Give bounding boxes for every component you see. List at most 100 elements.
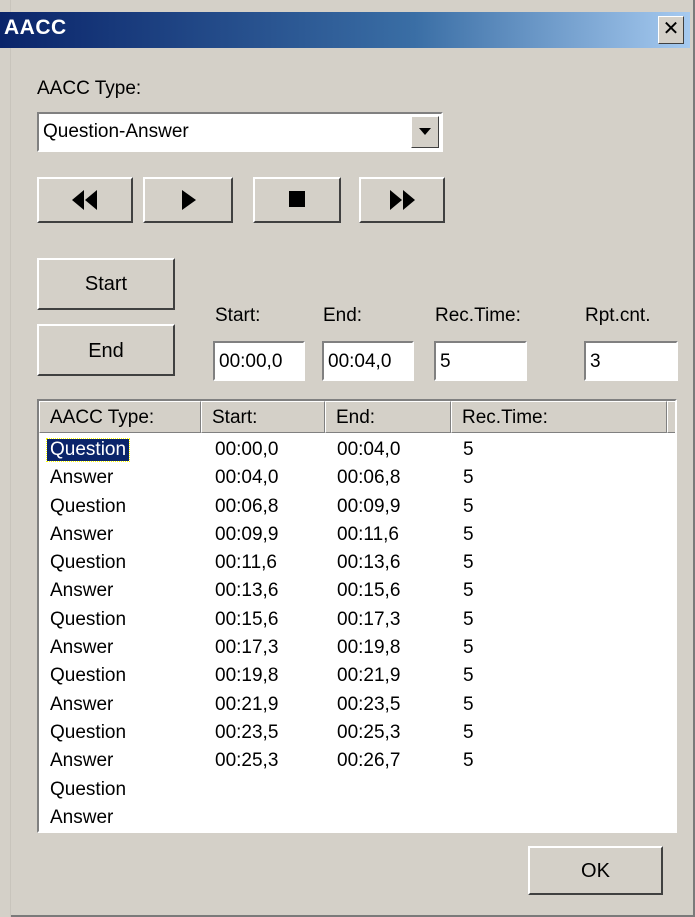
list-item[interactable]: Answer 00:25,3 00:26,7 5 <box>39 748 675 776</box>
cell-end: 00:23,5 <box>337 693 401 715</box>
cell-end: 00:09,9 <box>337 495 401 517</box>
cell-type: Answer <box>50 750 114 772</box>
column-header-rec-time[interactable]: Rec.Time: <box>451 401 667 433</box>
cell-start: 00:06,8 <box>215 495 279 517</box>
cell-rec-time: 5 <box>463 693 474 715</box>
start-time-input[interactable]: 00:00,0 <box>213 341 305 381</box>
cell-type: Question <box>50 721 127 743</box>
cell-start: 00:04,0 <box>215 467 279 489</box>
window-left-edge <box>0 0 11 917</box>
cell-start: 00:00,0 <box>215 439 279 460</box>
column-header-end[interactable]: End: <box>325 401 451 433</box>
aacc-dialog: AACC ✕ AACC Type: Question-Answer Start <box>0 0 695 917</box>
rpt-cnt-field-label: Rpt.cnt. <box>585 305 651 326</box>
list-header: AACC Type: Start: End: Rec.Time: <box>39 401 675 433</box>
list-item[interactable]: Question 00:11,6 00:13,6 5 <box>39 550 675 578</box>
list-item[interactable]: Question 00:00,0 00:04,0 5 <box>39 437 675 465</box>
cell-rec-time: 5 <box>463 665 474 687</box>
fast-forward-icon <box>390 190 415 210</box>
cell-end: 00:15,6 <box>337 580 401 602</box>
cell-type: Question <box>50 778 127 800</box>
aacc-list-view[interactable]: AACC Type: Start: End: Rec.Time: Questio… <box>37 399 677 833</box>
list-item[interactable]: Question 00:23,5 00:25,3 5 <box>39 720 675 748</box>
list-rows: Question 00:00,0 00:04,0 5 Answer 00:04,0 00:0… <box>39 437 675 831</box>
cell-type: Answer <box>50 523 114 545</box>
list-item[interactable]: Question 00:19,8 00:21,9 5 <box>39 663 675 691</box>
list-item[interactable]: Question 00:15,6 00:17,3 5 <box>39 607 675 635</box>
cell-start: 00:19,8 <box>215 665 279 687</box>
column-header-type[interactable]: AACC Type: <box>39 401 201 433</box>
rec-time-field-label: Rec.Time: <box>435 305 521 326</box>
cell-rec-time: 5 <box>463 637 474 659</box>
list-item[interactable]: Answer 00:13,6 00:15,6 5 <box>39 578 675 606</box>
rewind-icon <box>72 190 97 210</box>
rec-time-input[interactable]: 5 <box>434 341 527 381</box>
cell-rec-time: 5 <box>463 750 474 772</box>
list-item[interactable]: Question 00:06,8 00:09,9 5 <box>39 494 675 522</box>
title-bar[interactable]: AACC ✕ <box>0 12 690 48</box>
ok-button[interactable]: OK <box>528 846 663 895</box>
close-button[interactable]: ✕ <box>658 16 684 44</box>
cell-type: Answer <box>50 693 114 715</box>
rpt-cnt-input[interactable]: 3 <box>584 341 678 381</box>
aacc-type-label: AACC Type: <box>37 78 142 99</box>
cell-rec-time: 5 <box>463 467 474 489</box>
start-field-label: Start: <box>215 305 261 326</box>
cell-end: 00:19,8 <box>337 637 401 659</box>
cell-start: 00:13,6 <box>215 580 279 602</box>
cell-start: 00:11,6 <box>215 552 277 574</box>
end-field-label: End: <box>323 305 363 326</box>
cell-type: Answer <box>50 637 114 659</box>
list-item[interactable]: Answer 00:21,9 00:23,5 5 <box>39 692 675 720</box>
start-button-label: Start <box>84 273 128 295</box>
play-icon <box>182 190 196 210</box>
cell-type: Answer <box>50 806 114 828</box>
cell-rec-time: 5 <box>463 608 474 630</box>
rewind-button[interactable] <box>37 177 133 223</box>
fast-forward-button[interactable] <box>359 177 445 223</box>
cell-end: 00:04,0 <box>337 439 401 460</box>
cell-start: 00:23,5 <box>215 721 279 743</box>
list-item[interactable]: Question <box>39 777 675 805</box>
end-time-input[interactable]: 00:04,0 <box>322 341 414 381</box>
cell-end: 00:17,3 <box>337 608 401 630</box>
window-title: AACC <box>4 16 67 39</box>
cell-rec-time: 5 <box>463 439 474 460</box>
cell-end: 00:06,8 <box>337 467 401 489</box>
stop-button[interactable] <box>253 177 341 223</box>
cell-type: Question <box>50 495 127 517</box>
list-item[interactable]: Answer 00:17,3 00:19,8 5 <box>39 635 675 663</box>
cell-end: 00:21,9 <box>337 665 401 687</box>
aacc-type-value: Question-Answer <box>43 121 189 142</box>
start-button[interactable]: Start <box>37 258 175 310</box>
play-button[interactable] <box>143 177 233 223</box>
cell-start: 00:21,9 <box>215 693 279 715</box>
aacc-type-select[interactable]: Question-Answer <box>37 112 443 152</box>
close-icon: ✕ <box>662 18 680 40</box>
ok-button-label: OK <box>581 860 610 882</box>
cell-rec-time: 5 <box>463 721 474 743</box>
cell-type: Question <box>50 608 127 630</box>
cell-type: Answer <box>50 580 114 602</box>
end-button[interactable]: End <box>37 324 175 376</box>
cell-end: 00:11,6 <box>337 523 399 545</box>
list-item[interactable]: Answer 00:09,9 00:11,6 5 <box>39 522 675 550</box>
cell-start: 00:09,9 <box>215 523 279 545</box>
cell-type: Question <box>50 665 127 687</box>
cell-end: 00:13,6 <box>337 552 401 574</box>
cell-rec-time: 5 <box>463 523 474 545</box>
stop-icon <box>289 191 305 207</box>
cell-rec-time: 5 <box>463 495 474 517</box>
cell-end: 00:26,7 <box>337 750 401 772</box>
end-button-label: End <box>88 340 124 362</box>
list-item[interactable]: Answer 00:04,0 00:06,8 5 <box>39 465 675 493</box>
cell-type: Question <box>50 552 127 574</box>
cell-type: Answer <box>50 467 114 489</box>
column-header-start[interactable]: Start: <box>201 401 325 433</box>
column-header-filler <box>667 401 675 433</box>
chevron-down-icon[interactable] <box>411 116 439 148</box>
cell-type: Question <box>45 438 131 462</box>
cell-end: 00:25,3 <box>337 721 401 743</box>
cell-rec-time: 5 <box>463 552 474 574</box>
list-item[interactable]: Answer <box>39 805 675 831</box>
